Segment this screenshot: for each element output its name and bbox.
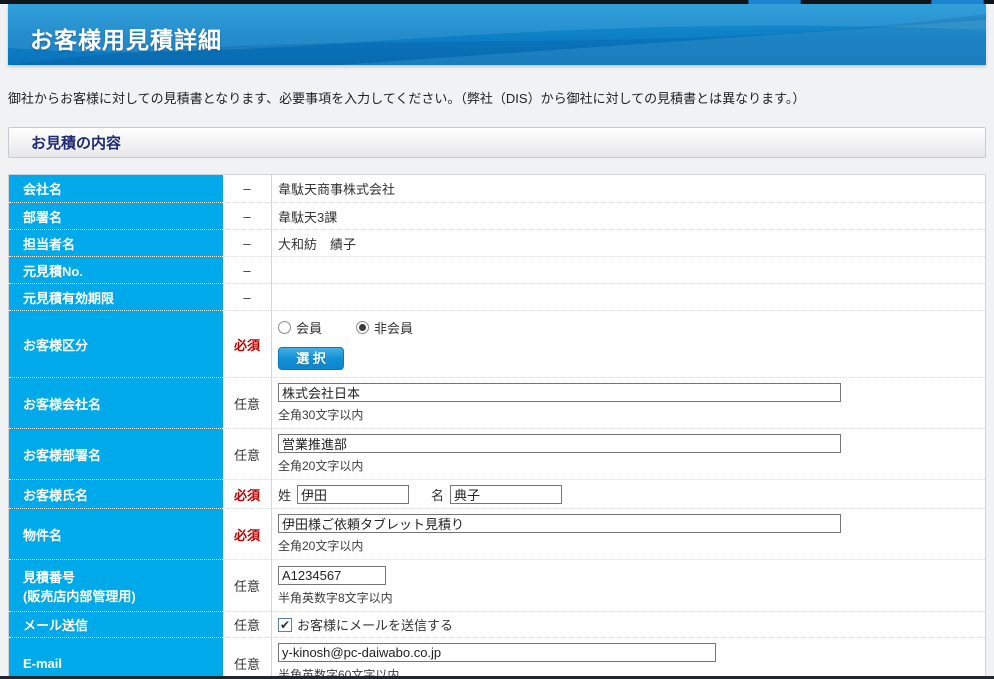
department-name-value: 韋駄天3課 [271, 202, 985, 229]
non-member-radio-label: 非会員 [374, 318, 413, 337]
table-row-customer-department: お客様部署名 任意 全角20文字以内 [9, 428, 985, 479]
row-requirement-optional: 任意 [223, 611, 271, 637]
page-title: お客様用見積詳細 [8, 4, 986, 55]
table-row-customer-company: お客様会社名 任意 全角30文字以内 [9, 377, 985, 428]
table-row-original-quote-no: 元見積No. – [9, 256, 985, 283]
table-row-customer-name: お客様氏名 必須 姓 名 [9, 479, 985, 508]
row-requirement-dash: – [223, 175, 271, 202]
top-clipped-button-2[interactable] [931, 0, 984, 4]
top-window-bar [0, 0, 994, 4]
member-radio[interactable] [278, 321, 291, 334]
table-row-original-quote-expiry: 元見積有効期限 – [9, 283, 985, 310]
page-banner: お客様用見積詳細 [8, 4, 986, 65]
row-label: 元見積有効期限 [9, 283, 223, 310]
first-name-input[interactable] [450, 485, 562, 504]
row-label: 見積番号 (販売店内部管理用) [9, 559, 223, 611]
intro-text: 御社からお客様に対しての見積書となります、必要事項を入力してください。（弊社（D… [8, 88, 986, 107]
select-button[interactable]: 選 択 [278, 347, 344, 370]
send-mail-checkbox-label: お客様にメールを送信する [297, 615, 453, 634]
original-quote-expiry-value [271, 283, 985, 310]
row-label: お客様部署名 [9, 428, 223, 479]
last-name-input[interactable] [297, 485, 409, 504]
section-title: お見積の内容 [9, 132, 121, 153]
row-label: 元見積No. [9, 256, 223, 283]
table-row-person: 担当者名 – 大和紡 績子 [9, 229, 985, 256]
property-name-value: 全角20文字以内 [271, 508, 985, 559]
table-row-property-name: 物件名 必須 全角20文字以内 [9, 508, 985, 559]
row-label: 物件名 [9, 508, 223, 559]
quote-number-hint: 半角英数字8文字以内 [278, 589, 393, 606]
row-requirement-required: 必須 [223, 479, 271, 508]
customer-department-value: 全角20文字以内 [271, 428, 985, 479]
row-requirement-required: 必須 [223, 310, 271, 377]
row-label: お客様会社名 [9, 377, 223, 428]
row-label-line2: (販売店内部管理用) [23, 586, 219, 605]
company-name-value: 韋駄天商事株式会社 [271, 175, 985, 202]
mail-send-value: お客様にメールを送信する [271, 611, 985, 637]
table-row-quote-number: 見積番号 (販売店内部管理用) 任意 半角英数字8文字以内 [9, 559, 985, 611]
table-row-email: E-mail 任意 半角英数字60文字以内 [9, 637, 985, 679]
row-requirement-optional: 任意 [223, 377, 271, 428]
customer-department-hint: 全角20文字以内 [278, 457, 363, 474]
section-header: お見積の内容 [8, 127, 986, 158]
row-label: 担当者名 [9, 229, 223, 256]
quote-number-input[interactable] [278, 566, 386, 585]
first-name-label: 名 [431, 485, 444, 504]
customer-department-input[interactable] [278, 434, 841, 453]
row-requirement-dash: – [223, 229, 271, 256]
customer-company-input[interactable] [278, 383, 841, 402]
email-value: 半角英数字60文字以内 [271, 637, 985, 679]
table-row-customer-type: お客様区分 必須 会員 非会員 選 択 [9, 310, 985, 377]
member-radio-label: 会員 [296, 318, 322, 337]
property-name-hint: 全角20文字以内 [278, 537, 363, 554]
row-requirement-optional: 任意 [223, 428, 271, 479]
row-requirement-dash: – [223, 256, 271, 283]
row-label: お客様区分 [9, 310, 223, 377]
last-name-label: 姓 [278, 485, 291, 504]
non-member-radio-group[interactable]: 非会員 [356, 318, 413, 337]
row-label: 部署名 [9, 202, 223, 229]
row-label: メール送信 [9, 611, 223, 637]
customer-type-value: 会員 非会員 選 択 [271, 310, 985, 377]
customer-name-value: 姓 名 [271, 479, 985, 508]
table-row-department: 部署名 – 韋駄天3課 [9, 202, 985, 229]
quote-number-value: 半角英数字8文字以内 [271, 559, 985, 611]
top-clipped-button-1[interactable] [748, 0, 801, 4]
row-requirement-required: 必須 [223, 508, 271, 559]
customer-company-value: 全角30文字以内 [271, 377, 985, 428]
member-radio-group[interactable]: 会員 [278, 318, 322, 337]
customer-company-hint: 全角30文字以内 [278, 406, 363, 423]
row-requirement-optional: 任意 [223, 637, 271, 679]
original-quote-no-value [271, 256, 985, 283]
person-name-value: 大和紡 績子 [271, 229, 985, 256]
non-member-radio[interactable] [356, 321, 369, 334]
row-label: お客様氏名 [9, 479, 223, 508]
email-input[interactable] [278, 643, 716, 662]
row-requirement-dash: – [223, 202, 271, 229]
property-name-input[interactable] [278, 514, 841, 533]
table-row-company: 会社名 – 韋駄天商事株式会社 [9, 175, 985, 202]
row-label: 会社名 [9, 175, 223, 202]
send-mail-checkbox[interactable] [278, 618, 292, 632]
row-label: E-mail [9, 637, 223, 679]
table-row-mail-send: メール送信 任意 お客様にメールを送信する [9, 611, 985, 637]
row-requirement-dash: – [223, 283, 271, 310]
quote-form-table: 会社名 – 韋駄天商事株式会社 部署名 – 韋駄天3課 担当者名 – 大和紡 績… [8, 174, 986, 679]
row-requirement-optional: 任意 [223, 559, 271, 611]
